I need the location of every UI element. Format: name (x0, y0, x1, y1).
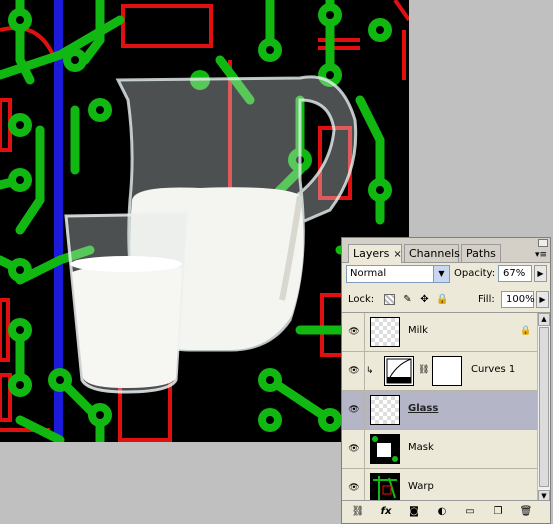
eye-icon[interactable]: 👁 (344, 430, 365, 468)
tab-paths-label: Paths (466, 247, 496, 260)
new-group-icon[interactable]: ▭ (462, 505, 478, 519)
eye-icon[interactable]: 👁 (344, 313, 365, 351)
trash-icon[interactable]: 🗑 (518, 505, 534, 519)
fill-slider-button[interactable]: ▶ (536, 291, 549, 308)
lock-label: Lock: (348, 294, 375, 305)
fill-label: Fill: (478, 294, 495, 305)
tab-layers[interactable]: Layers × (348, 244, 402, 263)
layers-list: 👁 Milk 🔒 👁 ↳ ⛓ Curves 1 👁 Glass 👁 Mask 👁… (342, 313, 538, 503)
lock-transparency-icon[interactable] (384, 294, 395, 305)
milk-thumbnail (370, 317, 400, 347)
close-tab-icon[interactable]: × (393, 249, 401, 260)
fx-icon[interactable]: fx (378, 505, 394, 519)
opacity-slider-button[interactable]: ▶ (534, 265, 547, 282)
eye-icon[interactable]: 👁 (344, 391, 365, 429)
panel-collapse-icon[interactable] (538, 239, 548, 247)
layer-mask-thumbnail (432, 356, 462, 386)
new-layer-icon[interactable]: ❐ (490, 505, 506, 519)
panel-bottom-toolbar: ⛓ fx ◙ ◐ ▭ ❐ 🗑 (342, 500, 550, 523)
lock-move-icon[interactable]: ✥ (419, 294, 430, 305)
panel-tab-bar: Layers × Channels Paths ▾≡ (342, 238, 550, 263)
layer-row-milk[interactable]: 👁 Milk 🔒 (342, 313, 538, 352)
adjustment-layer-icon[interactable]: ◐ (434, 505, 450, 519)
tab-channels-label: Channels (409, 247, 460, 260)
fill-value: 100% (506, 294, 535, 305)
eye-icon[interactable]: 👁 (344, 469, 365, 503)
blend-mode-select[interactable]: Normal ▼ (346, 265, 450, 283)
layer-row-glass[interactable]: 👁 Glass (342, 391, 538, 430)
curves-adjustment-icon (384, 356, 414, 386)
add-mask-icon[interactable]: ◙ (406, 505, 422, 519)
layer-name: Mask (408, 442, 434, 453)
lock-fill-row: Lock: ✎ ✥ 🔒 Fill: 100% ▶ (346, 291, 549, 309)
scroll-thumb[interactable] (539, 327, 549, 487)
glass-thumbnail (370, 395, 400, 425)
layer-name: Warp (408, 481, 434, 492)
chevron-down-icon[interactable]: ▼ (433, 266, 449, 282)
opacity-input[interactable]: 67% (498, 265, 532, 282)
lock-brush-icon[interactable]: ✎ (402, 294, 413, 305)
clipping-arrow-icon: ↳ (366, 366, 374, 376)
tab-channels[interactable]: Channels (404, 244, 460, 262)
tab-paths[interactable]: Paths (461, 244, 501, 262)
layer-name: Milk (408, 325, 428, 336)
opacity-value: 67% (503, 268, 526, 279)
chain-link-icon[interactable]: ⛓ (418, 365, 429, 375)
layer-row-warp[interactable]: 👁 Warp (342, 469, 538, 503)
mask-thumbnail (370, 434, 400, 464)
fill-input[interactable]: 100% (501, 291, 535, 308)
eye-icon[interactable]: 👁 (344, 352, 365, 390)
layers-scrollbar[interactable]: ▲ ▼ (537, 313, 550, 503)
milk-glass (64, 212, 188, 394)
layer-row-curves[interactable]: 👁 ↳ ⛓ Curves 1 (342, 352, 538, 391)
layer-lock-icon: 🔒 (520, 326, 532, 336)
blend-mode-value: Normal (350, 268, 387, 279)
layer-row-mask[interactable]: 👁 Mask (342, 430, 538, 469)
scroll-up-icon[interactable]: ▲ (538, 313, 550, 326)
link-layers-icon[interactable]: ⛓ (350, 505, 366, 519)
blend-opacity-row: Normal ▼ Opacity: 67% ▶ (346, 265, 547, 283)
panel-menu-icon[interactable]: ▾≡ (535, 250, 547, 260)
layer-name: Curves 1 (471, 364, 516, 375)
lock-all-icon[interactable]: 🔒 (436, 294, 448, 305)
tab-layers-label: Layers (353, 247, 390, 260)
layers-panel: Layers × Channels Paths ▾≡ Normal ▼ Opacit… (341, 237, 551, 524)
opacity-label: Opacity: (454, 268, 496, 279)
warp-thumbnail (370, 473, 400, 503)
layer-name: Glass (408, 403, 439, 414)
